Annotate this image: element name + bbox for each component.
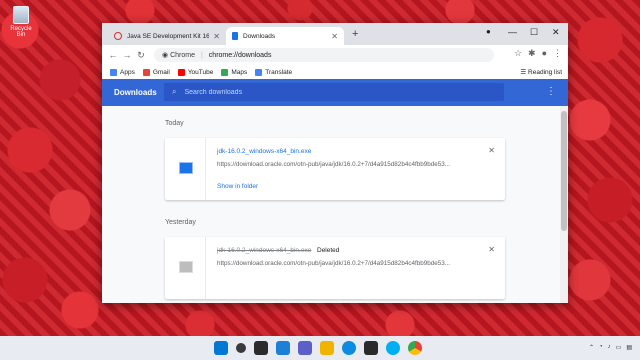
search-input[interactable] <box>182 87 487 97</box>
status-deleted: Deleted <box>317 247 340 254</box>
download-item: jdk-16.0.2_windows-x64_bin.exe Deleted h… <box>165 237 505 299</box>
search-icon: ⌕ <box>172 87 177 96</box>
reading-list-icon: ☰ <box>520 69 527 76</box>
page-title: Downloads <box>114 88 157 97</box>
recycle-bin-icon <box>13 6 29 24</box>
volume-icon[interactable]: ♪ <box>608 344 611 351</box>
tab-downloads[interactable]: Downloads ✕ <box>226 27 344 45</box>
youtube-icon <box>177 68 185 76</box>
forward-icon[interactable]: → <box>120 50 134 60</box>
bookmark-star-icon[interactable]: ☆ <box>514 48 522 59</box>
reload-icon[interactable]: ↻ <box>134 50 148 61</box>
recycle-bin-label: Recycle Bin <box>10 26 32 38</box>
site-chip: ◉ Chrome <box>162 52 195 59</box>
bookmark-youtube[interactable]: YouTube <box>177 68 214 76</box>
reading-list-label: Reading list <box>528 69 562 76</box>
tab-java-se[interactable]: Java SE Development Kit 16 - Do ✕ <box>108 27 226 45</box>
url-text: chrome://downloads <box>208 51 272 59</box>
new-tab-button[interactable]: + <box>352 28 358 40</box>
minimize-button[interactable]: — <box>508 27 517 37</box>
file-explorer-icon[interactable] <box>320 341 334 355</box>
tab-search-icon[interactable]: ● <box>486 27 491 36</box>
omnibox-separator: | <box>200 51 203 59</box>
maps-icon <box>221 68 229 76</box>
search-box[interactable]: ⌕ <box>164 83 504 101</box>
apps-grid-icon <box>110 68 117 76</box>
tab-strip: Java SE Development Kit 16 - Do ✕ Downlo… <box>102 23 568 45</box>
scrollbar-thumb[interactable] <box>561 111 567 231</box>
bookmark-label: Maps <box>231 68 248 76</box>
file-source-url[interactable]: https://download.oracle.com/otn-pub/java… <box>217 260 450 267</box>
network-icon[interactable]: ◔ <box>599 344 603 351</box>
address-bar[interactable]: ◉ Chrome | chrome://downloads <box>154 48 494 62</box>
file-icon-area <box>165 138 206 200</box>
downloads-list: Today jdk-16.0.2_windows-x64_bin.exe htt… <box>102 106 560 303</box>
teams-chat-icon[interactable] <box>298 341 312 355</box>
file-icon-area <box>165 237 206 299</box>
close-icon[interactable]: ✕ <box>331 32 338 41</box>
tab-title: Java SE Development Kit 16 - Do <box>127 32 210 40</box>
file-source-url[interactable]: https://download.oracle.com/otn-pub/java… <box>217 161 450 168</box>
back-icon[interactable]: ← <box>106 50 120 60</box>
bookmark-label: Translate <box>265 68 293 76</box>
profile-avatar[interactable]: ● <box>542 48 547 59</box>
extensions-icon[interactable]: ✱ <box>528 48 536 59</box>
downloads-icon <box>232 32 238 40</box>
skype-icon[interactable] <box>386 341 400 355</box>
download-item: jdk-16.0.2_windows-x64_bin.exe https://d… <box>165 138 505 200</box>
chevron-up-icon[interactable]: ⌃ <box>589 344 594 351</box>
window-close-button[interactable]: ✕ <box>552 27 560 38</box>
menu-icon[interactable]: ⋮ <box>553 48 562 59</box>
remove-icon[interactable]: ✕ <box>488 146 495 155</box>
date-header-yesterday: Yesterday <box>165 219 196 226</box>
bookmark-label: YouTube <box>187 68 214 76</box>
widgets-icon[interactable] <box>276 341 290 355</box>
date-header-today: Today <box>165 120 184 127</box>
tab-title: Downloads <box>243 32 276 40</box>
downloads-header: Downloads ⌕ ⋮ <box>102 79 568 106</box>
bookmark-label: Gmail <box>152 68 170 76</box>
browser-window: Java SE Development Kit 16 - Do ✕ Downlo… <box>102 23 568 303</box>
file-name: jdk-16.0.2_windows-x64_bin.exe <box>217 247 312 254</box>
maximize-button[interactable]: ☐ <box>530 27 538 38</box>
gmail-icon <box>142 68 150 76</box>
recycle-bin-shortcut[interactable]: Recycle Bin <box>6 6 36 38</box>
file-name-link[interactable]: jdk-16.0.2_windows-x64_bin.exe <box>217 148 311 155</box>
translate-icon <box>255 68 263 76</box>
start-icon[interactable] <box>214 341 228 355</box>
search-icon[interactable] <box>236 343 246 353</box>
show-in-folder-link[interactable]: Show in folder <box>217 183 258 190</box>
navigation-toolbar: ← → ↻ ◉ Chrome | chrome://downloads ☆ ✱ … <box>102 45 568 65</box>
reading-list-button[interactable]: ☰ Reading list <box>520 68 562 76</box>
close-icon[interactable]: ✕ <box>213 32 220 41</box>
more-options-icon[interactable]: ⋮ <box>546 86 556 97</box>
notification-icon[interactable]: ▤ <box>626 344 632 351</box>
taskbar: ⌃ ◔ ♪ ▭ ▤ <box>0 336 640 360</box>
store-icon[interactable] <box>364 341 378 355</box>
exe-file-icon <box>179 261 193 273</box>
system-tray: ⌃ ◔ ♪ ▭ ▤ <box>589 344 632 351</box>
bookmark-label: Apps <box>120 68 135 76</box>
task-view-icon[interactable] <box>254 341 268 355</box>
chrome-icon[interactable] <box>408 341 422 355</box>
bookmark-apps[interactable]: Apps <box>110 68 135 76</box>
exe-file-icon <box>179 162 193 174</box>
bookmark-translate[interactable]: Translate <box>255 68 293 76</box>
oracle-icon <box>114 32 122 40</box>
remove-icon[interactable]: ✕ <box>488 245 495 254</box>
battery-icon[interactable]: ▭ <box>616 344 622 351</box>
edge-icon[interactable] <box>342 341 356 355</box>
bookmarks-bar: Apps Gmail YouTube Maps Translate ☰ Read… <box>102 65 568 80</box>
bookmark-gmail[interactable]: Gmail <box>142 68 170 76</box>
bookmark-maps[interactable]: Maps <box>221 68 248 76</box>
